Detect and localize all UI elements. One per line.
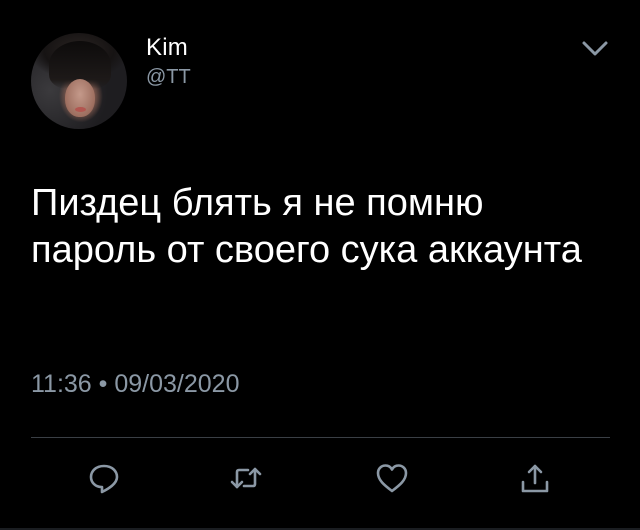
reply-button[interactable]	[86, 462, 122, 498]
avatar-lips	[75, 107, 86, 112]
like-button[interactable]	[374, 462, 410, 498]
retweet-button[interactable]	[228, 462, 264, 498]
divider	[31, 437, 610, 438]
chevron-down-icon[interactable]	[580, 36, 610, 62]
tweet-timestamp[interactable]: 11:36 • 09/03/2020	[31, 370, 239, 399]
share-button[interactable]	[517, 462, 553, 498]
retweet-icon	[228, 460, 264, 501]
author-handle[interactable]: @TT	[146, 66, 191, 89]
author-name[interactable]: Kim	[146, 34, 188, 62]
share-icon	[517, 460, 553, 501]
tweet-text: Пиздец блять я не помню пароль от своего…	[31, 182, 582, 271]
heart-icon	[374, 460, 410, 501]
avatar[interactable]	[31, 33, 127, 129]
reply-icon	[86, 460, 122, 501]
